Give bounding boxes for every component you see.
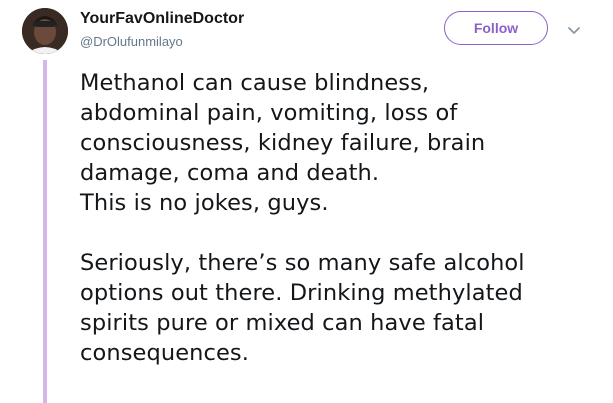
tweet-text: Methanol can cause blindness, abdominal … (80, 68, 600, 368)
tweet-line: spirits pure or mixed can have fatal (80, 310, 485, 336)
tweet-paragraph: Methanol can cause blindness, abdominal … (80, 68, 600, 218)
tweet-line: Methanol can cause blindness, (80, 70, 430, 96)
thread-line (43, 60, 47, 403)
tweet-line: abdominal pain, vomiting, loss of (80, 100, 458, 126)
tweet-line: consequences. (80, 340, 249, 366)
avatar-photo-icon (22, 8, 68, 54)
tweet-line: Seriously, there’s so many safe alcohol (80, 250, 525, 276)
tweet-line: consciousness, kidney failure, brain (80, 130, 486, 156)
chevron-down-icon[interactable] (566, 22, 582, 38)
tweet-line: options out there. Drinking methylated (80, 280, 523, 306)
tweet-card: YourFavOnlineDoctor @DrOlufunmilayo Foll… (0, 0, 613, 403)
author-handle[interactable]: @DrOlufunmilayo (80, 34, 183, 49)
tweet-line: This is no jokes, guys. (80, 190, 329, 216)
author-display-name[interactable]: YourFavOnlineDoctor (80, 10, 244, 28)
avatar[interactable] (22, 8, 68, 54)
follow-button[interactable]: Follow (444, 11, 548, 45)
tweet-paragraph: Seriously, there’s so many safe alcohol … (80, 248, 600, 368)
tweet-line: damage, coma and death. (80, 160, 380, 186)
